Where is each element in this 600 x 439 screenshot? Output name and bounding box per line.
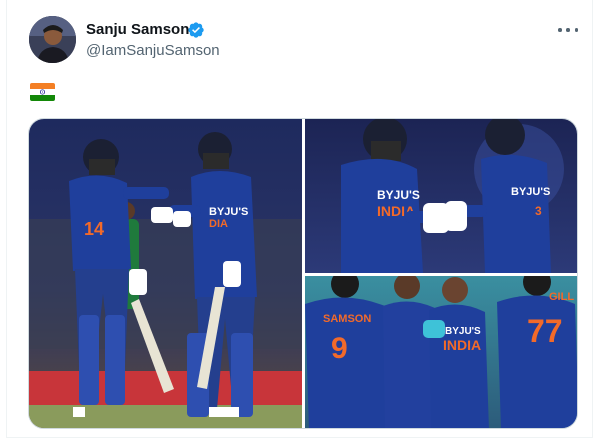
svg-text:DIA: DIA: [209, 218, 228, 230]
brand-text: BYJU'S: [377, 188, 420, 202]
photo-2[interactable]: BYJU'S INDIA BYJU'S 3: [305, 119, 577, 273]
media-grid: 14 BYJU'S DIA BYJU'S INDIA BYJU'S 3 SAMS…: [28, 118, 578, 429]
brand-text: BYJU'S: [209, 206, 248, 218]
jersey-number-2: 77: [527, 313, 563, 349]
user-handle[interactable]: @IamSanjuSamson: [86, 42, 220, 59]
svg-text:INDIA: INDIA: [443, 337, 481, 353]
cricket-photo-image: BYJU'S INDIA BYJU'S 3: [305, 119, 577, 273]
jersey-name-2: GILL: [549, 291, 574, 303]
jersey-number-1: 9: [331, 332, 348, 365]
verified-badge-icon: [188, 22, 204, 38]
photo-1[interactable]: 14 BYJU'S DIA: [29, 119, 302, 428]
svg-text:3: 3: [535, 204, 542, 218]
more-dot-icon: [566, 28, 570, 32]
more-dot-icon: [558, 28, 562, 32]
cricket-photo-image: SAMSON 9 BYJU'S INDIA GILL 77: [305, 276, 577, 428]
cricket-photo-image: 14 BYJU'S DIA: [29, 119, 302, 428]
more-options-button[interactable]: [555, 20, 581, 40]
more-dot-icon: [574, 28, 578, 32]
tweet-card[interactable]: Sanju Samson @IamSanjuSamson 14 BYJU'S D…: [6, 0, 593, 438]
india-flag-icon: [30, 83, 55, 101]
svg-text:BYJU'S: BYJU'S: [511, 186, 550, 198]
avatar[interactable]: [29, 16, 76, 63]
svg-text:14: 14: [84, 219, 104, 239]
photo-3[interactable]: SAMSON 9 BYJU'S INDIA GILL 77: [305, 276, 577, 428]
jersey-name-1: SAMSON: [323, 313, 371, 325]
svg-text:BYJU'S: BYJU'S: [445, 326, 481, 337]
display-name[interactable]: Sanju Samson: [86, 21, 189, 38]
avatar-image: [29, 16, 76, 63]
